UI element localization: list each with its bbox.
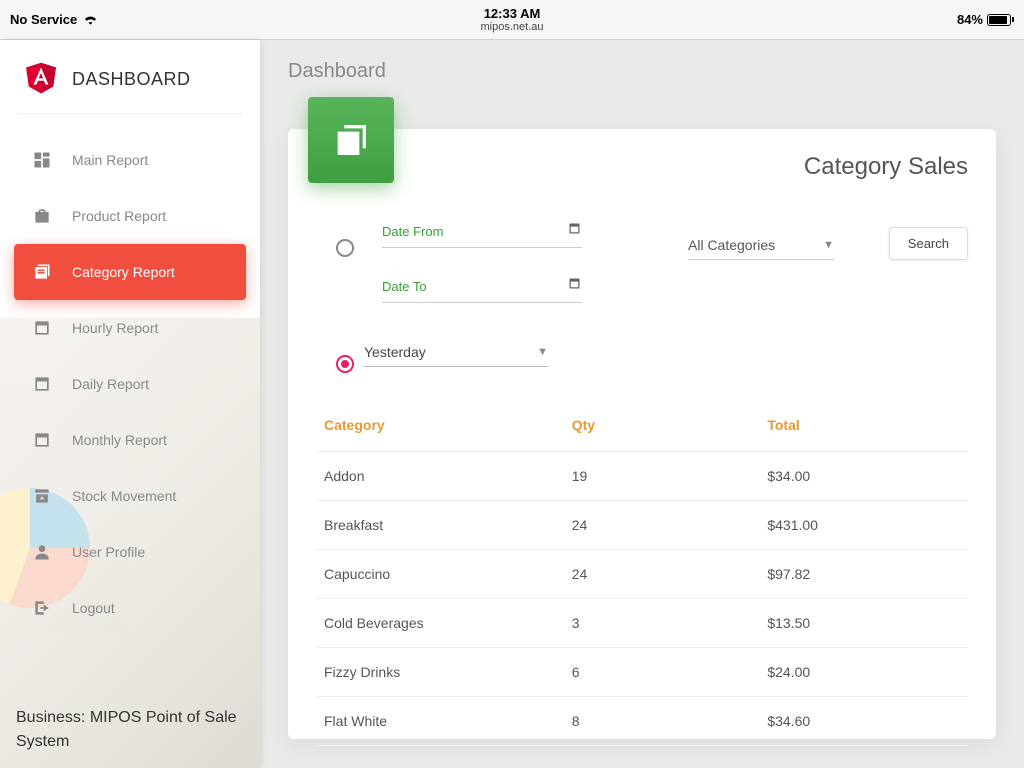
preset-selected: Yesterday — [364, 344, 426, 360]
cell-category: Fizzy Drinks — [316, 648, 564, 697]
sidebar-item-logout[interactable]: Logout — [14, 580, 246, 636]
date-range-radio[interactable] — [336, 239, 354, 257]
sidebar-item-monthly-report[interactable]: Monthly Report — [14, 412, 246, 468]
service-status: No Service — [10, 12, 77, 27]
category-selected: All Categories — [688, 237, 775, 253]
cell-total: $34.00 — [759, 452, 968, 501]
sidebar-item-label: Hourly Report — [72, 320, 158, 336]
preset-radio[interactable] — [336, 355, 354, 373]
cell-category: Breakfast — [316, 501, 564, 550]
calendar-icon — [567, 276, 582, 296]
battery-icon — [987, 14, 1014, 26]
cell-category: Flat White — [316, 697, 564, 746]
col-category: Category — [316, 407, 564, 452]
sidebar-item-label: Product Report — [72, 208, 166, 224]
date-from-label: Date From — [382, 224, 443, 239]
sidebar-item-user-profile[interactable]: User Profile — [14, 524, 246, 580]
sidebar-item-label: Monthly Report — [72, 432, 167, 448]
library-books-icon — [331, 120, 371, 160]
cell-qty: 19 — [564, 452, 760, 501]
cell-total: $97.82 — [759, 550, 968, 599]
chevron-down-icon: ▼ — [537, 346, 548, 358]
calendar-icon — [32, 374, 52, 394]
angular-shield-icon — [24, 60, 58, 99]
table-row: Capuccino24$97.82 — [316, 550, 968, 599]
cell-total: $24.00 — [759, 648, 968, 697]
date-to-label: Date To — [382, 279, 427, 294]
table-row: Addon19$34.00 — [316, 452, 968, 501]
table-row: Cold Beverages3$13.50 — [316, 599, 968, 648]
chevron-down-icon: ▼ — [823, 239, 834, 251]
cell-qty: 24 — [564, 550, 760, 599]
main-content: Dashboard Category Sales Date From Date … — [260, 40, 1024, 768]
sidebar-item-label: Logout — [72, 600, 115, 616]
cell-total: $13.50 — [759, 599, 968, 648]
col-total: Total — [759, 407, 968, 452]
date-from-input[interactable]: Date From — [382, 215, 582, 248]
battery-percent: 84% — [957, 12, 983, 27]
card-title: Category Sales — [316, 129, 968, 181]
sidebar-item-category-report[interactable]: Category Report — [14, 244, 246, 300]
cell-total: $34.60 — [759, 697, 968, 746]
sales-table: Category Qty Total Addon19$34.00Breakfas… — [316, 407, 968, 746]
sidebar-item-label: Main Report — [72, 152, 148, 168]
table-row: Breakfast24$431.00 — [316, 501, 968, 550]
browser-url: mipos.net.au — [481, 21, 544, 33]
wifi-icon — [83, 12, 98, 28]
person-icon — [32, 542, 52, 562]
sidebar-item-product-report[interactable]: Product Report — [14, 188, 246, 244]
date-to-input[interactable]: Date To — [382, 270, 582, 303]
business-name: Business: MIPOS Point of Sale System — [16, 706, 244, 754]
logout-icon — [32, 598, 52, 618]
clock: 12:33 AM — [481, 6, 544, 21]
calendar-icon — [32, 318, 52, 338]
preset-dropdown[interactable]: Yesterday ▼ — [364, 338, 548, 367]
sidebar-item-label: Category Report — [72, 264, 175, 280]
sidebar-item-daily-report[interactable]: Daily Report — [14, 356, 246, 412]
table-row: Flat White8$34.60 — [316, 697, 968, 746]
sidebar-item-label: Daily Report — [72, 376, 149, 392]
page-title: Dashboard — [288, 60, 996, 83]
brand: DASHBOARD — [0, 40, 260, 113]
cell-qty: 6 — [564, 648, 760, 697]
device-statusbar: No Service 12:33 AM mipos.net.au 84% — [0, 0, 1024, 40]
cell-qty: 8 — [564, 697, 760, 746]
sidebar-item-main-report[interactable]: Main Report — [14, 132, 246, 188]
cell-total: $431.00 — [759, 501, 968, 550]
category-dropdown[interactable]: All Categories ▼ — [688, 231, 834, 260]
cell-category: Capuccino — [316, 550, 564, 599]
cell-category: Cold Beverages — [316, 599, 564, 648]
brand-title: DASHBOARD — [72, 69, 191, 90]
sidebar-item-hourly-report[interactable]: Hourly Report — [14, 300, 246, 356]
cell-qty: 24 — [564, 501, 760, 550]
archive-down-icon — [32, 486, 52, 506]
dashboard-icon — [32, 150, 52, 170]
cell-qty: 3 — [564, 599, 760, 648]
library-books-icon — [32, 262, 52, 282]
table-row: Fizzy Drinks6$24.00 — [316, 648, 968, 697]
col-qty: Qty — [564, 407, 760, 452]
calendar-icon — [32, 430, 52, 450]
category-sales-card: Category Sales Date From Date To All Cat… — [288, 129, 996, 739]
divider — [18, 113, 242, 114]
calendar-icon — [567, 221, 582, 241]
sidebar: DASHBOARD Main Report Product Report Cat… — [0, 40, 260, 768]
briefcase-icon — [32, 206, 52, 226]
sidebar-item-label: User Profile — [72, 544, 145, 560]
cell-category: Addon — [316, 452, 564, 501]
sidebar-item-stock-movement[interactable]: Stock Movement — [14, 468, 246, 524]
sidebar-item-label: Stock Movement — [72, 488, 176, 504]
search-button[interactable]: Search — [889, 227, 968, 260]
card-icon-tile — [308, 97, 394, 183]
